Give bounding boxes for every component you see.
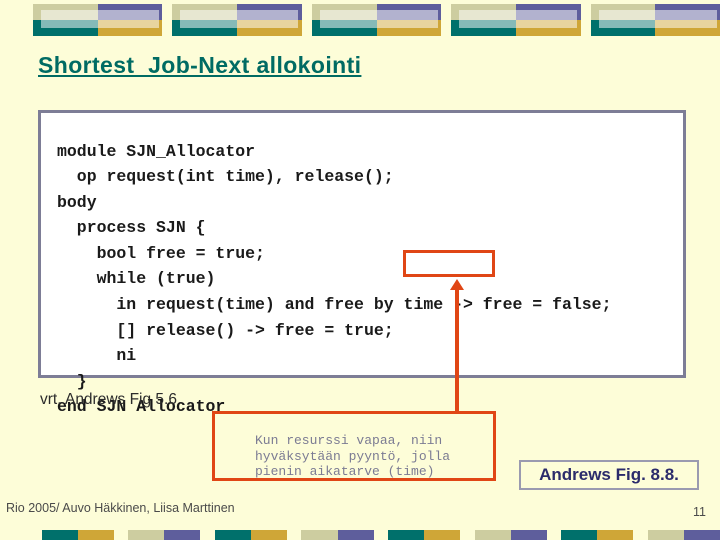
page-number: 11 [693,505,706,519]
figure-reference-label: Andrews Fig. 8.8. [539,465,679,484]
bottom-band-segment [597,530,634,540]
bottom-band-segment [683,530,720,540]
bottom-band-segment [388,530,425,540]
top-decorative-band [0,0,720,38]
bottom-band-gap [633,530,647,540]
bottom-band-gap [0,530,42,540]
annotation-text: Kun resurssi vapaa, niin hyväksytään pyy… [255,433,451,479]
bottom-band-segment [424,530,461,540]
deco-inset [319,10,438,28]
deco-unit [311,4,442,36]
bottom-band-gap [374,530,388,540]
deco-inset [598,10,717,28]
deco-inset [41,10,159,28]
bottom-band-gap [287,530,301,540]
bottom-band-segment [647,530,684,540]
bottom-band-segment [474,530,511,540]
code-panel: module SJN_Allocator op request(int time… [38,110,686,416]
bottom-band-segment [301,530,338,540]
deco-unit [172,4,302,36]
code-listing: module SJN_Allocator op request(int time… [57,141,612,417]
bottom-band-gap [547,530,561,540]
bottom-band-segment [561,530,598,540]
bottom-band-segment [164,530,201,540]
bottom-band-segment [214,530,251,540]
bottom-band-segment [250,530,288,540]
bottom-decorative-band [0,530,720,540]
annotation-callout-box: Kun resurssi vapaa, niin hyväksytään pyy… [212,411,496,481]
callout-arrow-shaft [455,288,459,412]
bottom-band-segment [337,530,374,540]
deco-inset [180,10,299,28]
page-title: Shortest Job-Next allokointi [38,52,362,78]
footer-credit: Rio 2005/ Auvo Häkkinen, Liisa Marttinen [6,501,235,515]
deco-unit [451,4,581,36]
deco-unit [33,4,163,36]
bottom-band-segment [510,530,547,540]
deco-inset [459,10,578,28]
deco-unit [590,4,720,36]
bottom-band-gap [114,530,128,540]
bottom-band-segment [41,530,78,540]
bottom-band-gap [460,530,474,540]
source-caption: vrt. Andrews Fig 5.6 [40,391,177,408]
by-time-highlight-box [403,250,495,277]
figure-reference-box: Andrews Fig. 8.8. [519,460,699,490]
bottom-band-segment [128,530,165,540]
bottom-band-segment [77,530,114,540]
bottom-band-gap [200,530,214,540]
